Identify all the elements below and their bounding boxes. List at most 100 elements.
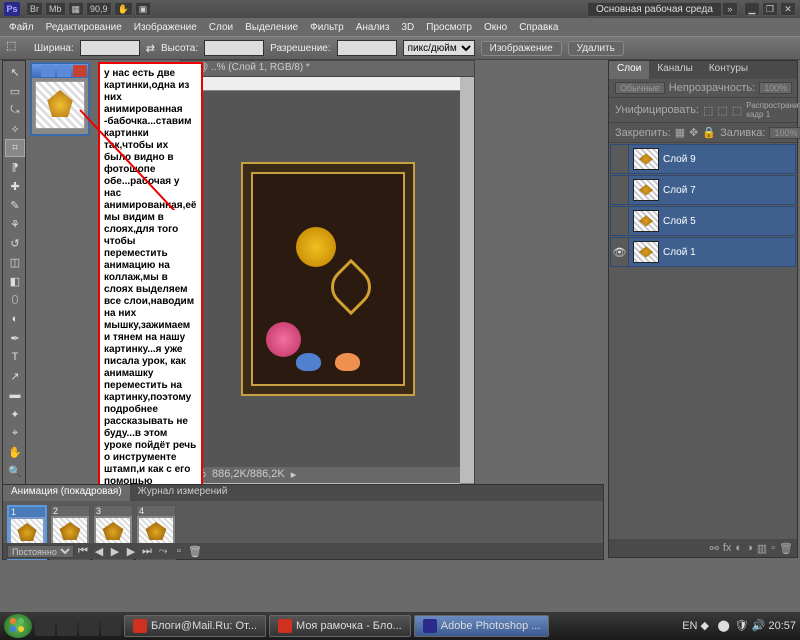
unify-visibility-icon[interactable]: ⬚ (717, 104, 727, 117)
layer-row[interactable]: Слой 5 (610, 206, 796, 236)
layer-row[interactable]: 👁 Слой 1 (610, 237, 796, 267)
blend-mode-select[interactable]: Обычные (615, 82, 665, 94)
floating-doc-window[interactable] (30, 62, 90, 136)
lang-indicator[interactable]: EN (682, 620, 697, 632)
lock-all-icon[interactable]: 🔒 (702, 126, 716, 139)
crop-tool-icon[interactable]: ⌗ (5, 139, 25, 157)
doc-status-arrow-icon[interactable]: ▸ (291, 468, 297, 482)
link-layers-icon[interactable]: ⚯ (710, 542, 719, 555)
shape-tool-icon[interactable]: ▬ (5, 386, 25, 404)
unit-select[interactable]: пикс/дюйм (403, 40, 475, 56)
clock[interactable]: 20:57 (768, 620, 796, 632)
menu-view[interactable]: Просмотр (421, 20, 477, 35)
layer-mask-icon[interactable]: ◐ (735, 542, 742, 554)
hand-icon[interactable]: ✋ (114, 2, 133, 16)
ql-icon[interactable] (79, 616, 99, 636)
stamp-tool-icon[interactable]: ⚘ (5, 215, 25, 233)
floating-maximize-icon[interactable] (57, 65, 71, 77)
tray-icon[interactable]: 🔊 (751, 619, 765, 633)
lock-pixels-icon[interactable]: ▦ (675, 126, 685, 139)
menu-analysis[interactable]: Анализ (351, 20, 395, 35)
delete-layer-icon[interactable]: 🗑 (779, 542, 793, 555)
visibility-icon[interactable] (611, 145, 629, 173)
play-icon[interactable]: ▶ (108, 545, 122, 558)
visibility-icon[interactable] (611, 207, 629, 235)
clear-button[interactable]: Удалить (568, 41, 624, 56)
heal-tool-icon[interactable]: ✚ (5, 177, 25, 195)
tray-icon[interactable]: ⬤ (717, 619, 731, 633)
mb-icon[interactable]: Mb (45, 2, 66, 16)
group-icon[interactable]: ▥ (757, 542, 767, 555)
tab-paths[interactable]: Контуры (701, 61, 756, 79)
view-mode-icon[interactable]: ▣ (135, 2, 152, 16)
ql-icon[interactable] (57, 616, 77, 636)
floating-minimize-icon[interactable] (41, 65, 55, 77)
crop-tool-preset-icon[interactable]: ⬚ (6, 39, 28, 57)
first-frame-icon[interactable]: ⏮ (76, 545, 90, 558)
visibility-icon[interactable]: 👁 (611, 238, 629, 266)
last-frame-icon[interactable]: ⏭ (140, 545, 154, 558)
tray-icon[interactable]: 🛡 (734, 619, 748, 633)
adjustment-layer-icon[interactable]: ◑ (746, 542, 753, 554)
ql-icon[interactable] (101, 616, 121, 636)
menu-image[interactable]: Изображение (129, 20, 202, 35)
propagate-label[interactable]: Распространить кадр 1 (746, 101, 800, 119)
ql-icon[interactable] (35, 616, 55, 636)
hand-tool-icon[interactable]: ✋ (5, 443, 25, 461)
pen-tool-icon[interactable]: ✒ (5, 329, 25, 347)
visibility-icon[interactable] (611, 176, 629, 204)
layer-fx-icon[interactable]: fx (723, 542, 732, 554)
move-tool-icon[interactable]: ↖ (5, 63, 25, 81)
layer-name[interactable]: Слой 5 (663, 216, 696, 227)
fill-value[interactable]: 100% (769, 127, 800, 139)
workspace-switcher[interactable]: Основная рабочая среда (587, 2, 722, 17)
blur-tool-icon[interactable]: ⬯ (5, 291, 25, 309)
menu-window[interactable]: Окно (479, 20, 512, 35)
menu-help[interactable]: Справка (514, 20, 563, 35)
eyedropper-tool-icon[interactable]: ⁋ (5, 158, 25, 176)
task-button[interactable]: Блоги@Mail.Ru: От... (124, 615, 266, 637)
layer-thumb[interactable] (633, 148, 659, 170)
menu-file[interactable]: Файл (4, 20, 39, 35)
layer-thumb[interactable] (633, 241, 659, 263)
front-image-button[interactable]: Изображение (481, 41, 562, 56)
opacity-value[interactable]: 100% (759, 82, 792, 94)
lasso-tool-icon[interactable]: ⤿ (5, 101, 25, 119)
floating-close-icon[interactable] (73, 65, 87, 77)
marquee-tool-icon[interactable]: ▭ (5, 82, 25, 100)
tray-icon[interactable]: ◆ (700, 619, 714, 633)
task-button[interactable]: Adobe Photoshop ... (414, 615, 550, 637)
new-layer-icon[interactable]: ▫ (771, 542, 775, 554)
width-input[interactable] (80, 40, 140, 56)
menu-layer[interactable]: Слои (204, 20, 238, 35)
layer-name[interactable]: Слой 7 (663, 185, 696, 196)
layer-name[interactable]: Слой 1 (663, 247, 696, 258)
canvas-area[interactable] (195, 91, 460, 467)
tab-measurement[interactable]: Журнал измерений (130, 485, 236, 501)
dodge-tool-icon[interactable]: ◐ (5, 310, 25, 328)
tab-animation[interactable]: Анимация (покадровая) (3, 485, 130, 501)
tab-channels[interactable]: Каналы (649, 61, 701, 79)
menu-edit[interactable]: Редактирование (41, 20, 127, 35)
unify-style-icon[interactable]: ⬚ (732, 104, 742, 117)
zoom-tool-icon[interactable]: 🔍 (5, 462, 25, 480)
menu-select[interactable]: Выделение (240, 20, 303, 35)
layer-row[interactable]: Слой 7 (610, 175, 796, 205)
resolution-input[interactable] (337, 40, 397, 56)
brush-tool-icon[interactable]: ✎ (5, 196, 25, 214)
camera-tool-icon[interactable]: ⌖ (5, 424, 25, 442)
zoom-level[interactable]: 90,9 (86, 2, 112, 16)
layer-row[interactable]: Слой 9 (610, 144, 796, 174)
prev-frame-icon[interactable]: ◀ (92, 545, 106, 558)
tab-layers[interactable]: Слои (609, 61, 649, 79)
view-extras-icon[interactable]: ▦ (68, 2, 85, 16)
restore-button[interactable]: ❐ (762, 2, 778, 16)
close-button[interactable]: ✕ (780, 2, 796, 16)
loop-select[interactable]: Постоянно (7, 545, 74, 558)
minimize-button[interactable]: ▁ (744, 2, 760, 16)
task-button[interactable]: Моя рамочка - Бло... (269, 615, 411, 637)
workspace-expand-icon[interactable]: » (722, 2, 738, 16)
path-tool-icon[interactable]: ↗ (5, 367, 25, 385)
scrollbar-vertical[interactable] (460, 77, 474, 483)
tween-icon[interactable]: ⤳ (156, 545, 170, 558)
